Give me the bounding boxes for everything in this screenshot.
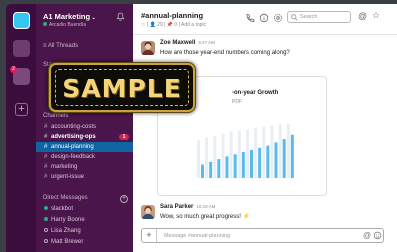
sidebar-channel-advertising-ops[interactable]: # advertising-ops 1 xyxy=(36,132,133,142)
star-icon[interactable]: ☆ xyxy=(372,10,382,20)
sidebar-channel-annual-planning[interactable]: # annual-planning xyxy=(36,142,133,152)
chart-bar-series1-7 xyxy=(246,129,249,178)
chart-bar-series1-8 xyxy=(254,127,258,178)
sidebar-dm-slackbot[interactable]: slackbot xyxy=(36,204,133,214)
direct-messages-header[interactable]: Direct Messages xyxy=(43,195,88,201)
message-author[interactable]: Zoe Maxwell 9:47 AM xyxy=(160,40,215,46)
emoji-icon[interactable] xyxy=(373,231,382,240)
workspace-badge: 2 xyxy=(10,66,17,73)
chart-bar-series2-11 xyxy=(282,139,286,178)
message-composer[interactable]: + Message #annual-planning @ xyxy=(141,228,384,243)
chart-bar-series2-8 xyxy=(258,147,262,178)
channel-sidebar: A1 Marketing ⌄ Arcadio Buendía ≡ All Thr… xyxy=(36,4,133,252)
info-icon[interactable] xyxy=(259,13,269,23)
chart-bar-series2-12 xyxy=(290,134,294,178)
message-text: Wow, so much great progress! ⚡ xyxy=(160,214,251,220)
chart-bar-series1-2 xyxy=(205,137,209,178)
current-user: Arcadio Buendía xyxy=(43,22,86,28)
sidebar-dm-lisa-zhang[interactable]: Lisa Zhang xyxy=(36,226,133,236)
chart-bar-series1-3 xyxy=(213,135,217,178)
gear-icon[interactable] xyxy=(273,13,283,23)
avatar[interactable] xyxy=(141,205,155,219)
sidebar-channel-accounting-costs[interactable]: # accounting-costs xyxy=(36,122,133,132)
channel-meta: ☆ | 👤 29 | 📌 0 | Add a topic xyxy=(141,22,207,28)
presence-dot xyxy=(44,228,48,232)
chart-bar-series2-4 xyxy=(225,156,229,178)
bell-icon[interactable] xyxy=(116,12,125,21)
chart-bar-series2-5 xyxy=(233,154,237,178)
channels-header[interactable]: Channels xyxy=(43,113,68,119)
header-divider xyxy=(133,34,397,35)
chart-bar-series1-4 xyxy=(221,133,225,178)
chart-bar-series1-12 xyxy=(286,124,290,178)
chart-bar-series1-11 xyxy=(278,124,282,178)
sidebar-channel-design-feedback[interactable]: # design-feedback xyxy=(36,152,133,162)
avatar[interactable] xyxy=(141,41,155,55)
sidebar-dm-harry-boone[interactable]: Harry Boone xyxy=(36,215,133,225)
search-icon xyxy=(291,14,298,21)
chart-bar-series2-9 xyxy=(266,145,270,178)
mentions-icon[interactable]: @ xyxy=(358,11,368,21)
workspace-name[interactable]: A1 Marketing ⌄ xyxy=(43,12,96,21)
composer-placeholder: Message #annual-planning xyxy=(164,233,231,239)
chart-bar-series2-2 xyxy=(209,161,213,178)
chart-bar-series1-1 xyxy=(197,140,200,178)
sidebar-channel-marketing[interactable]: # marketing xyxy=(36,162,133,172)
workspace-rail: 2 + xyxy=(6,4,36,252)
workspace-2[interactable] xyxy=(13,40,30,57)
chart-bar-series2-10 xyxy=(274,142,278,178)
add-dm-button[interactable]: + xyxy=(120,195,128,203)
presence-dot xyxy=(44,217,48,221)
workspace-a1-marketing[interactable] xyxy=(13,12,30,29)
workspace-3[interactable]: 2 xyxy=(10,66,30,85)
chart-bar-series1-9 xyxy=(262,126,266,178)
all-threads-link[interactable]: ≡ All Threads xyxy=(43,43,78,49)
phone-icon[interactable] xyxy=(245,13,255,23)
chart-bar-series1-5 xyxy=(229,131,233,178)
channel-title[interactable]: #annual-planning xyxy=(141,11,203,20)
add-workspace-button[interactable]: + xyxy=(15,103,28,116)
chart-bar-series1-6 xyxy=(237,130,241,178)
search-input[interactable]: Search xyxy=(287,11,351,23)
sidebar-channel-urgent-issue[interactable]: # urgent-issue xyxy=(36,172,133,182)
message-pane: #annual-planning ☆ | 👤 29 | 📌 0 | Add a … xyxy=(133,4,397,252)
presence-dot xyxy=(44,239,48,243)
message-author[interactable]: Sara Parker 10:19 AM xyxy=(160,204,215,210)
bar-chart-preview xyxy=(197,124,294,178)
chart-bar-series1-10 xyxy=(270,125,274,178)
slack-window: 2 + A1 Marketing ⌄ Arcadio Buendía ≡ All… xyxy=(6,4,397,252)
sidebar-dm-matt-brewer[interactable]: Matt Brewer xyxy=(36,237,133,247)
chart-bar-series2-1 xyxy=(201,164,204,178)
unread-badge: 1 xyxy=(119,134,129,140)
presence-dot xyxy=(43,22,47,26)
chart-bar-series2-6 xyxy=(241,152,245,178)
sample-watermark-stamp: SAMPLE xyxy=(49,63,195,112)
attachment-title[interactable]: -on-year Growth xyxy=(232,90,278,96)
chart-bar-series2-3 xyxy=(217,159,221,178)
attach-button[interactable]: + xyxy=(142,229,157,242)
attachment-type: PDF xyxy=(232,99,242,105)
message-text: How are those year-end numbers coming al… xyxy=(160,50,290,56)
mention-icon[interactable]: @ xyxy=(363,231,372,240)
presence-dot xyxy=(44,206,48,210)
chart-bar-series2-7 xyxy=(250,149,253,178)
